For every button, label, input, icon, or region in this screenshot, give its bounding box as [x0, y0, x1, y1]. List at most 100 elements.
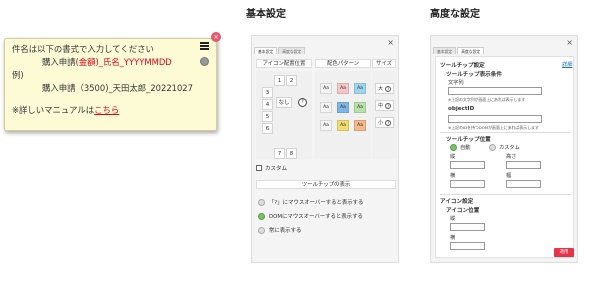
basic-panel-tabs: 基本設定 高度な設定	[254, 47, 306, 54]
tab-advanced[interactable]: 高度な設定	[278, 47, 306, 54]
vertical-label: 縦	[450, 154, 456, 160]
advanced-settings-body: ツールチップ設定 詳細 ツールチップ表示条件 文字列 ※上記の文字列が画面上にあ…	[435, 56, 574, 258]
position-custom-radio[interactable]	[489, 144, 496, 151]
text-field-label: 文字列	[448, 80, 464, 86]
color-swatch-5[interactable]: Aa	[337, 102, 349, 113]
position-1-button[interactable]: 1	[274, 75, 285, 86]
text-field-note: ※上記の文字列が画面上にあれば表示します	[448, 97, 526, 102]
icon-position-title: アイコン位置	[446, 208, 480, 214]
position-2-button[interactable]: 2	[286, 75, 297, 86]
radio-always[interactable]	[258, 226, 265, 234]
basic-settings-heading: 基本設定	[246, 9, 286, 20]
icon-vertical-input[interactable]	[450, 223, 485, 231]
tooltip-line-4: 購入申請（3500)_天田太郎_20221027	[42, 83, 193, 93]
position-8-button[interactable]: 8	[286, 148, 297, 159]
display-condition-title: ツールチップ表示条件	[446, 72, 502, 78]
objectid-note: ※上記のIDを持つDOMが画面上にあれば表示します	[448, 125, 539, 130]
display-option-hover-icon[interactable]: 「?」にマウスオーバーすると表示する	[258, 198, 363, 206]
detail-link[interactable]: 詳細	[562, 61, 572, 68]
custom-label: カスタム	[265, 166, 288, 172]
position-4-button[interactable]: 4	[262, 99, 273, 110]
position-5-button[interactable]: 5	[262, 111, 273, 122]
section-divider	[440, 132, 571, 133]
position-7-button[interactable]: 7	[274, 148, 285, 159]
section-divider	[440, 194, 571, 195]
radio-hover-icon-label: 「?」にマウスオーバーすると表示する	[269, 200, 364, 206]
icon-horizontal-input[interactable]	[450, 242, 485, 250]
radio-hover-dom-label: DOMにマウスオーバーすると表示する	[269, 214, 363, 220]
tooltip-close-icon[interactable]: ×	[211, 32, 221, 42]
icon-vertical-label: 縦	[450, 216, 456, 222]
vertical-input[interactable]	[450, 161, 485, 169]
drag-handle-icon[interactable]	[200, 57, 209, 66]
color-swatch-4[interactable]: Aa	[320, 102, 332, 113]
size-header: サイズ	[372, 59, 396, 68]
size-large-button[interactable]: 大?	[375, 83, 394, 94]
color-swatch-7[interactable]: Aa	[320, 120, 332, 131]
size-small-help-icon: ?	[385, 120, 391, 126]
tooltip-line-3: 例)	[12, 70, 24, 80]
width-input[interactable]	[506, 180, 541, 188]
height-input[interactable]	[506, 161, 541, 169]
position-auto-label: 自動	[460, 145, 471, 151]
icon-settings-title: アイコン設定	[440, 199, 474, 205]
tab-basic[interactable]: 基本設定	[254, 47, 278, 54]
size-medium-button[interactable]: 中?	[375, 100, 394, 111]
help-question-icon[interactable]: ?	[298, 98, 307, 107]
position-3-button[interactable]: 3	[262, 87, 273, 98]
display-option-always[interactable]: 常に表示する	[258, 226, 301, 234]
display-option-hover-dom[interactable]: DOMにマウスオーバーすると表示する	[258, 212, 363, 220]
icon-horizontal-label: 横	[450, 235, 456, 241]
tab-basic[interactable]: 基本設定	[433, 47, 457, 54]
tooltip-line-2: 購入申請(金額)_氏名_YYYYMMDD	[12, 56, 216, 69]
height-label: 高さ	[506, 154, 517, 160]
horizontal-label: 横	[450, 173, 456, 179]
position-none-button[interactable]: なし	[276, 97, 292, 108]
close-icon[interactable]: ×	[566, 38, 573, 47]
position-6-button[interactable]: 6	[262, 123, 273, 134]
advanced-settings-heading: 高度な設定	[430, 9, 480, 20]
apply-button[interactable]: 適用	[554, 248, 574, 257]
color-swatch-3[interactable]: Aa	[354, 83, 366, 94]
tooltip-settings-title: ツールチップ設定	[440, 63, 485, 69]
tooltip-note-prefix: ※詳しいマニュアルは	[12, 105, 95, 115]
icon-position-header: アイコン配置位置	[256, 59, 312, 68]
radio-hover-icon[interactable]	[258, 198, 265, 206]
color-swatch-8[interactable]: Aa	[337, 120, 349, 131]
custom-checkbox[interactable]	[256, 165, 262, 171]
position-auto-radio[interactable]	[450, 144, 457, 151]
objectid-input[interactable]	[448, 115, 542, 123]
close-icon[interactable]: ×	[387, 38, 394, 47]
hamburger-menu-icon[interactable]	[200, 42, 209, 50]
color-swatch-1[interactable]: Aa	[320, 83, 332, 94]
color-swatch-9[interactable]: Aa	[354, 120, 366, 131]
tooltip-note: ※詳しいマニュアルはこちら	[12, 104, 216, 117]
size-options: 大? 中? 小?	[372, 71, 396, 159]
color-swatch-2[interactable]: Aa	[337, 83, 349, 94]
text-condition-input[interactable]	[448, 87, 542, 95]
tooltip-display-header: ツールチップの表示	[256, 180, 396, 189]
width-label: 幅	[506, 173, 512, 179]
manual-link[interactable]: こちら	[94, 105, 119, 115]
size-medium-label: 中	[378, 103, 384, 109]
radio-hover-dom[interactable]	[258, 212, 265, 220]
size-small-button[interactable]: 小?	[375, 117, 394, 128]
advanced-panel-tabs: 基本設定 高度な設定	[433, 47, 485, 54]
color-swatch-6[interactable]: Aa	[354, 102, 366, 113]
objectid-label: objectID	[448, 106, 475, 112]
size-medium-help-icon: ?	[385, 103, 391, 109]
position-custom-label: カスタム	[499, 145, 520, 151]
tab-advanced[interactable]: 高度な設定	[457, 47, 485, 54]
horizontal-input[interactable]	[450, 180, 485, 188]
icon-position-grid: 1 2 3 4 なし ? 5 6 7 8	[256, 71, 312, 159]
tooltip-position-title: ツールチップ位置	[446, 137, 491, 143]
tooltip-line-2-prefix: 購入申請	[42, 57, 76, 67]
tooltip-line-1: 件名は以下の書式で入力してください	[12, 44, 154, 54]
basic-settings-panel: 基本設定 高度な設定 × アイコン配置位置 配色パターン サイズ 1 2 3 4…	[251, 35, 399, 263]
custom-option[interactable]: カスタム	[256, 164, 287, 172]
tooltip-preview: 件名は以下の書式で入力してください 購入申請(金額)_氏名_YYYYMMDD 例…	[4, 38, 217, 131]
radio-always-label: 常に表示する	[269, 228, 302, 234]
color-pattern-grid: Aa Aa Aa Aa Aa Aa Aa Aa Aa	[315, 71, 371, 159]
size-large-help-icon: ?	[385, 86, 391, 92]
size-small-label: 小	[378, 120, 384, 126]
